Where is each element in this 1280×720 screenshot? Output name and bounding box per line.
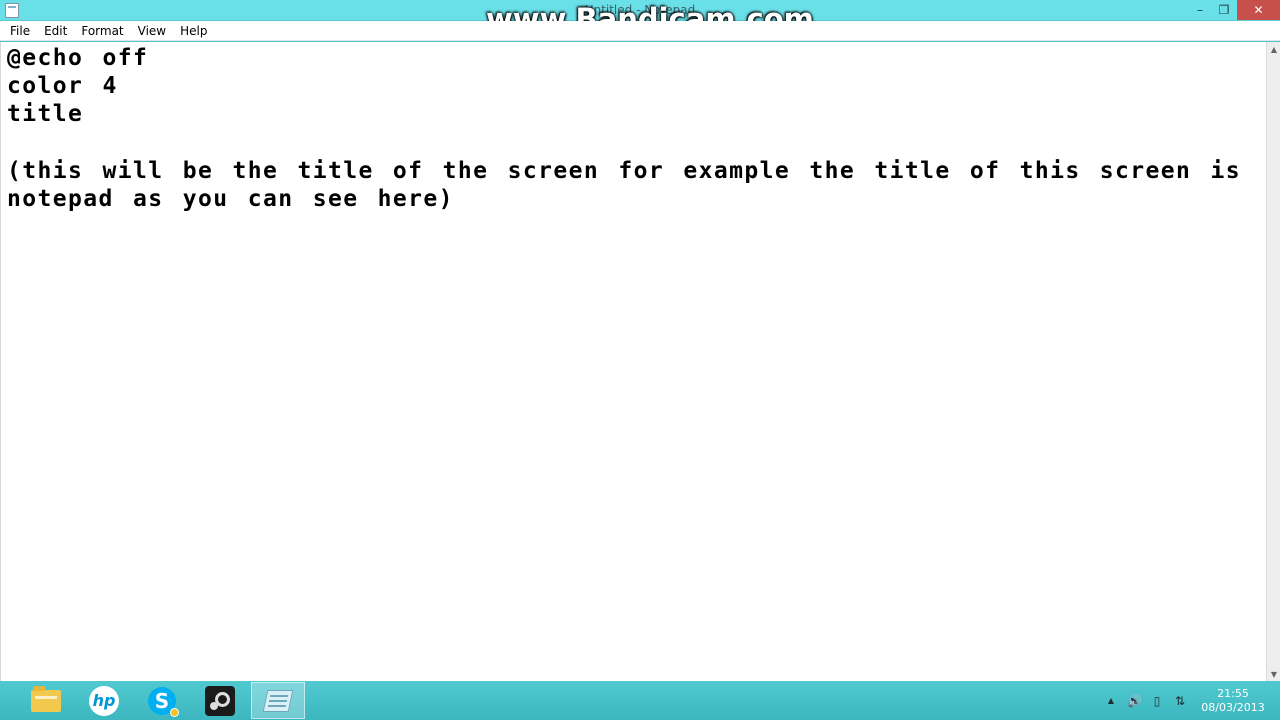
volume-icon[interactable]: 🔊 [1127, 694, 1142, 708]
chevron-up-icon: ▲ [1270, 44, 1278, 54]
scroll-down-button[interactable]: ▼ [1267, 667, 1280, 681]
clock-time: 21:55 [1217, 687, 1249, 700]
text-editor[interactable]: @echo off color 4 title (this will be th… [0, 42, 1266, 681]
battery-icon[interactable]: ▯ [1150, 694, 1164, 708]
menu-format[interactable]: Format [74, 21, 130, 41]
taskbar-notepad[interactable] [251, 682, 305, 719]
notepad-icon [262, 689, 294, 712]
restore-icon: ❐ [1218, 3, 1230, 17]
title-bar[interactable]: Untitled - Notepad www.Bandicam.com – ❐ … [0, 0, 1280, 36]
chevron-down-icon: ▼ [1270, 669, 1278, 679]
taskbar: hp S ▲ 🔊 ▯ ⇅ 21:55 08/03/2013 [0, 681, 1280, 720]
scroll-up-button[interactable]: ▲ [1267, 42, 1280, 56]
show-hidden-icons-icon[interactable]: ▲ [1104, 696, 1118, 705]
menu-help[interactable]: Help [173, 21, 214, 41]
hp-icon: hp [89, 685, 119, 716]
skype-letter: S [154, 688, 170, 713]
taskbar-clock[interactable]: 21:55 08/03/2013 [1200, 687, 1266, 715]
close-icon: ✕ [1253, 3, 1264, 17]
menu-bar: File Edit Format View Help [0, 21, 1280, 41]
folder-icon [31, 685, 61, 712]
menu-edit[interactable]: Edit [37, 21, 74, 41]
editor-content[interactable]: @echo off color 4 title (this will be th… [7, 44, 1263, 213]
vertical-scrollbar[interactable]: ▲ ▼ [1266, 42, 1280, 681]
close-button[interactable]: ✕ [1237, 0, 1280, 20]
taskbar-file-explorer[interactable] [19, 682, 73, 719]
taskbar-hp[interactable]: hp [77, 682, 131, 719]
skype-status-icon [170, 707, 179, 717]
menu-view[interactable]: View [131, 21, 173, 41]
taskbar-skype[interactable]: S [135, 682, 189, 719]
minimize-icon: – [1197, 3, 1203, 17]
skype-icon: S [148, 686, 179, 717]
restore-button[interactable]: ❐ [1210, 0, 1238, 20]
steam-icon [205, 685, 235, 716]
network-icon[interactable]: ⇅ [1173, 694, 1187, 708]
taskbar-steam[interactable] [193, 682, 247, 719]
menu-file[interactable]: File [3, 21, 37, 41]
system-tray: ▲ 🔊 ▯ ⇅ [1104, 681, 1187, 720]
clock-date: 08/03/2013 [1201, 701, 1265, 714]
